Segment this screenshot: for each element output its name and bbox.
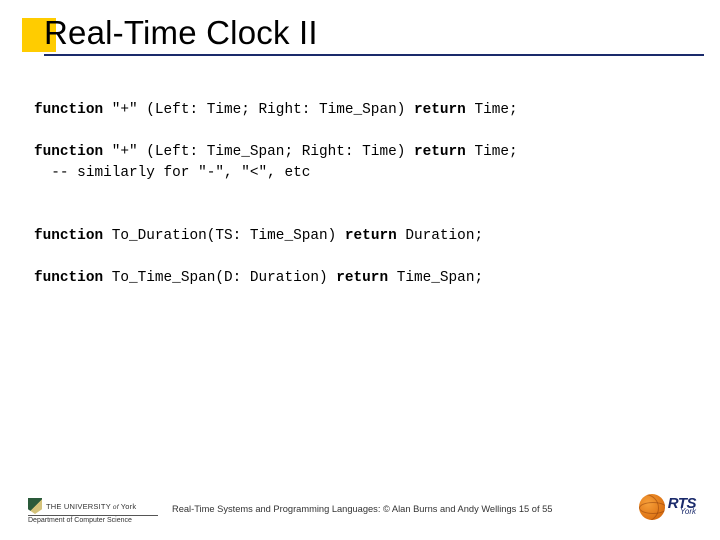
uni-the: THE (46, 502, 64, 511)
uni-of: of (111, 504, 121, 511)
code-text: To_Duration(TS: Time_Span) (103, 228, 345, 244)
title-area: Real-Time Clock II (44, 14, 688, 56)
kw-function: function (34, 270, 103, 286)
code-block: function "+" (Left: Time; Right: Time_Sp… (34, 100, 688, 289)
kw-function: function (34, 144, 103, 160)
kw-return: return (345, 228, 397, 244)
code-text: Time; (466, 102, 518, 118)
kw-function: function (34, 102, 103, 118)
university-name: THE UNIVERSITY of York (46, 502, 136, 511)
slide: Real-Time Clock II function "+" (Left: T… (0, 0, 720, 540)
university-logo-top: THE UNIVERSITY of York (28, 498, 158, 516)
kw-return: return (336, 270, 388, 286)
code-text: "+" (Left: Time_Span; Right: Time) (103, 144, 414, 160)
department-name: Department of Computer Science (28, 517, 158, 524)
uni-york: York (121, 502, 137, 511)
title-underline (44, 54, 704, 56)
code-text: Time_Span; (388, 270, 483, 286)
code-text: "+" (Left: Time; Right: Time_Span) (103, 102, 414, 118)
code-text: To_Time_Span(D: Duration) (103, 270, 336, 286)
kw-return: return (414, 102, 466, 118)
shield-icon (28, 498, 42, 514)
footer: THE UNIVERSITY of York Department of Com… (0, 480, 720, 530)
code-text: Time; (466, 144, 518, 160)
footer-caption: Real-Time Systems and Programming Langua… (172, 504, 552, 514)
university-logo: THE UNIVERSITY of York Department of Com… (28, 498, 158, 524)
kw-return: return (414, 144, 466, 160)
rts-text: RTSYork (668, 498, 696, 516)
code-comment: -- similarly for "-", "<", etc (34, 165, 310, 181)
kw-function: function (34, 228, 103, 244)
globe-icon (639, 494, 665, 520)
code-text: Duration; (397, 228, 483, 244)
rts-logo: RTSYork (639, 494, 696, 520)
uni-main: UNIVERSITY (64, 502, 111, 511)
slide-title: Real-Time Clock II (44, 14, 688, 52)
